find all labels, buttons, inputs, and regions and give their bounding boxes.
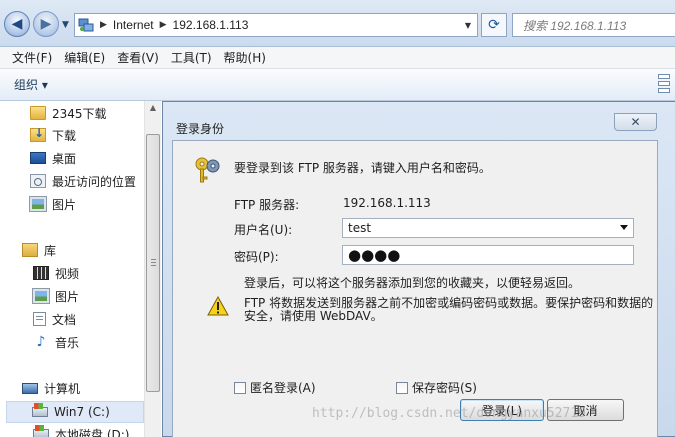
keys-icon (195, 157, 220, 183)
password-field[interactable]: ●●●● (342, 245, 634, 265)
menu-help[interactable]: 帮助(H) (218, 49, 272, 66)
nav-item-recent-places[interactable]: 最近访问的位置 (30, 171, 136, 191)
network-icon (75, 14, 97, 36)
breadcrumb-separator[interactable]: ▶ (157, 20, 170, 30)
server-label: FTP 服务器: (234, 198, 300, 212)
nav-scrollbar[interactable]: ▲ (144, 101, 161, 437)
breadcrumb-host[interactable]: 192.168.1.113 (170, 18, 252, 32)
favorites-hint: 登录后，可以将这个服务器添加到您的收藏夹，以便轻易返回。 (244, 276, 581, 290)
nav-item-videos[interactable]: 视频 (33, 263, 79, 283)
login-button[interactable]: 登录(L) (460, 399, 544, 421)
computer-icon (22, 382, 38, 394)
refresh-icon: ⟳ (488, 17, 500, 33)
close-button[interactable]: ✕ (614, 113, 657, 131)
music-icon: ♪ (36, 334, 46, 350)
pictures-icon (29, 196, 47, 212)
anonymous-login-checkbox[interactable]: 匿名登录(A) (234, 379, 316, 396)
menu-edit[interactable]: 编辑(E) (58, 49, 111, 66)
login-prompt: 要登录到该 FTP 服务器，请键入用户名和密码。 (234, 161, 491, 175)
save-password-checkbox[interactable]: 保存密码(S) (396, 379, 477, 396)
chevron-down-icon[interactable] (620, 225, 628, 230)
library-icon (22, 243, 38, 257)
scroll-up-icon[interactable]: ▲ (146, 103, 160, 117)
breadcrumb-internet[interactable]: Internet (110, 18, 157, 32)
menu-bar: 文件(F) 编辑(E) 查看(V) 工具(T) 帮助(H) (0, 47, 675, 69)
username-value: test (348, 221, 372, 235)
address-dropdown-icon[interactable]: ▼ (459, 14, 477, 36)
dialog-title: 登录身份 (176, 122, 225, 136)
menu-file[interactable]: 文件(F) (6, 49, 58, 66)
desktop-icon (30, 152, 46, 164)
navigation-pane: 2345下载 下载 桌面 最近访问的位置 图片 库 视频 图片 文档 ♪ 音乐 … (0, 101, 144, 437)
password-mask: ●●●● (348, 246, 401, 264)
downloads-folder-icon (30, 126, 46, 142)
drive-icon (33, 425, 49, 437)
nav-item-drive-c[interactable]: Win7 (C:) (6, 401, 144, 423)
video-icon (33, 266, 49, 280)
arrow-left-icon: ◀ (11, 16, 23, 32)
folder-icon (30, 106, 46, 120)
recent-places-icon (30, 174, 46, 188)
warning-icon (207, 296, 229, 316)
address-toolbar: ◀ ▶ ▼ ▶ Internet ▶ 192.168.1.113 ▼ ⟳ 搜索 … (0, 0, 675, 47)
recent-pages-dropdown[interactable]: ▼ (62, 20, 69, 30)
organize-button[interactable]: 组织 ▾ (14, 76, 48, 93)
nav-item-computer[interactable]: 计算机 (22, 378, 80, 398)
scroll-thumb[interactable] (146, 134, 160, 392)
address-bar[interactable]: ▶ Internet ▶ 192.168.1.113 ▼ (74, 13, 478, 37)
breadcrumb-separator[interactable]: ▶ (97, 20, 110, 30)
pictures-icon (32, 288, 50, 304)
nav-item-desktop[interactable]: 桌面 (30, 148, 76, 168)
arrow-right-icon: ▶ (40, 16, 52, 32)
nav-item-pictures[interactable]: 图片 (29, 194, 76, 214)
security-warning: FTP 将数据发送到服务器之前不加密或编码密码或数据。要保护密码和数据的安全，请… (244, 296, 654, 323)
document-icon (33, 312, 46, 326)
menu-tools[interactable]: 工具(T) (165, 49, 218, 66)
server-value: 192.168.1.113 (343, 196, 431, 210)
command-bar: 组织 ▾ (0, 69, 675, 101)
search-input[interactable]: 搜索 192.168.1.113 (512, 13, 675, 37)
windows-drive-icon (32, 403, 48, 417)
nav-item-lib-pictures[interactable]: 图片 (32, 286, 79, 306)
refresh-button[interactable]: ⟳ (481, 13, 507, 37)
nav-item-libraries[interactable]: 库 (22, 240, 56, 260)
username-combobox[interactable]: test (342, 218, 634, 238)
nav-item-2345-download[interactable]: 2345下载 (30, 103, 107, 123)
view-options-icon[interactable] (658, 74, 672, 96)
forward-button[interactable]: ▶ (33, 11, 59, 37)
username-label: 用户名(U): (234, 223, 293, 237)
menu-view[interactable]: 查看(V) (111, 49, 165, 66)
nav-item-drive-d[interactable]: 本地磁盘 (D:) (33, 424, 129, 437)
close-icon: ✕ (630, 115, 641, 129)
nav-item-music[interactable]: ♪ 音乐 (33, 332, 79, 352)
password-label: 密码(P): (234, 250, 279, 264)
checkbox-box[interactable] (396, 381, 408, 394)
nav-item-downloads[interactable]: 下载 (30, 125, 76, 145)
checkbox-box[interactable] (234, 381, 246, 394)
back-button[interactable]: ◀ (4, 11, 30, 37)
cancel-button[interactable]: 取消 (547, 399, 624, 421)
nav-item-documents[interactable]: 文档 (33, 309, 76, 329)
